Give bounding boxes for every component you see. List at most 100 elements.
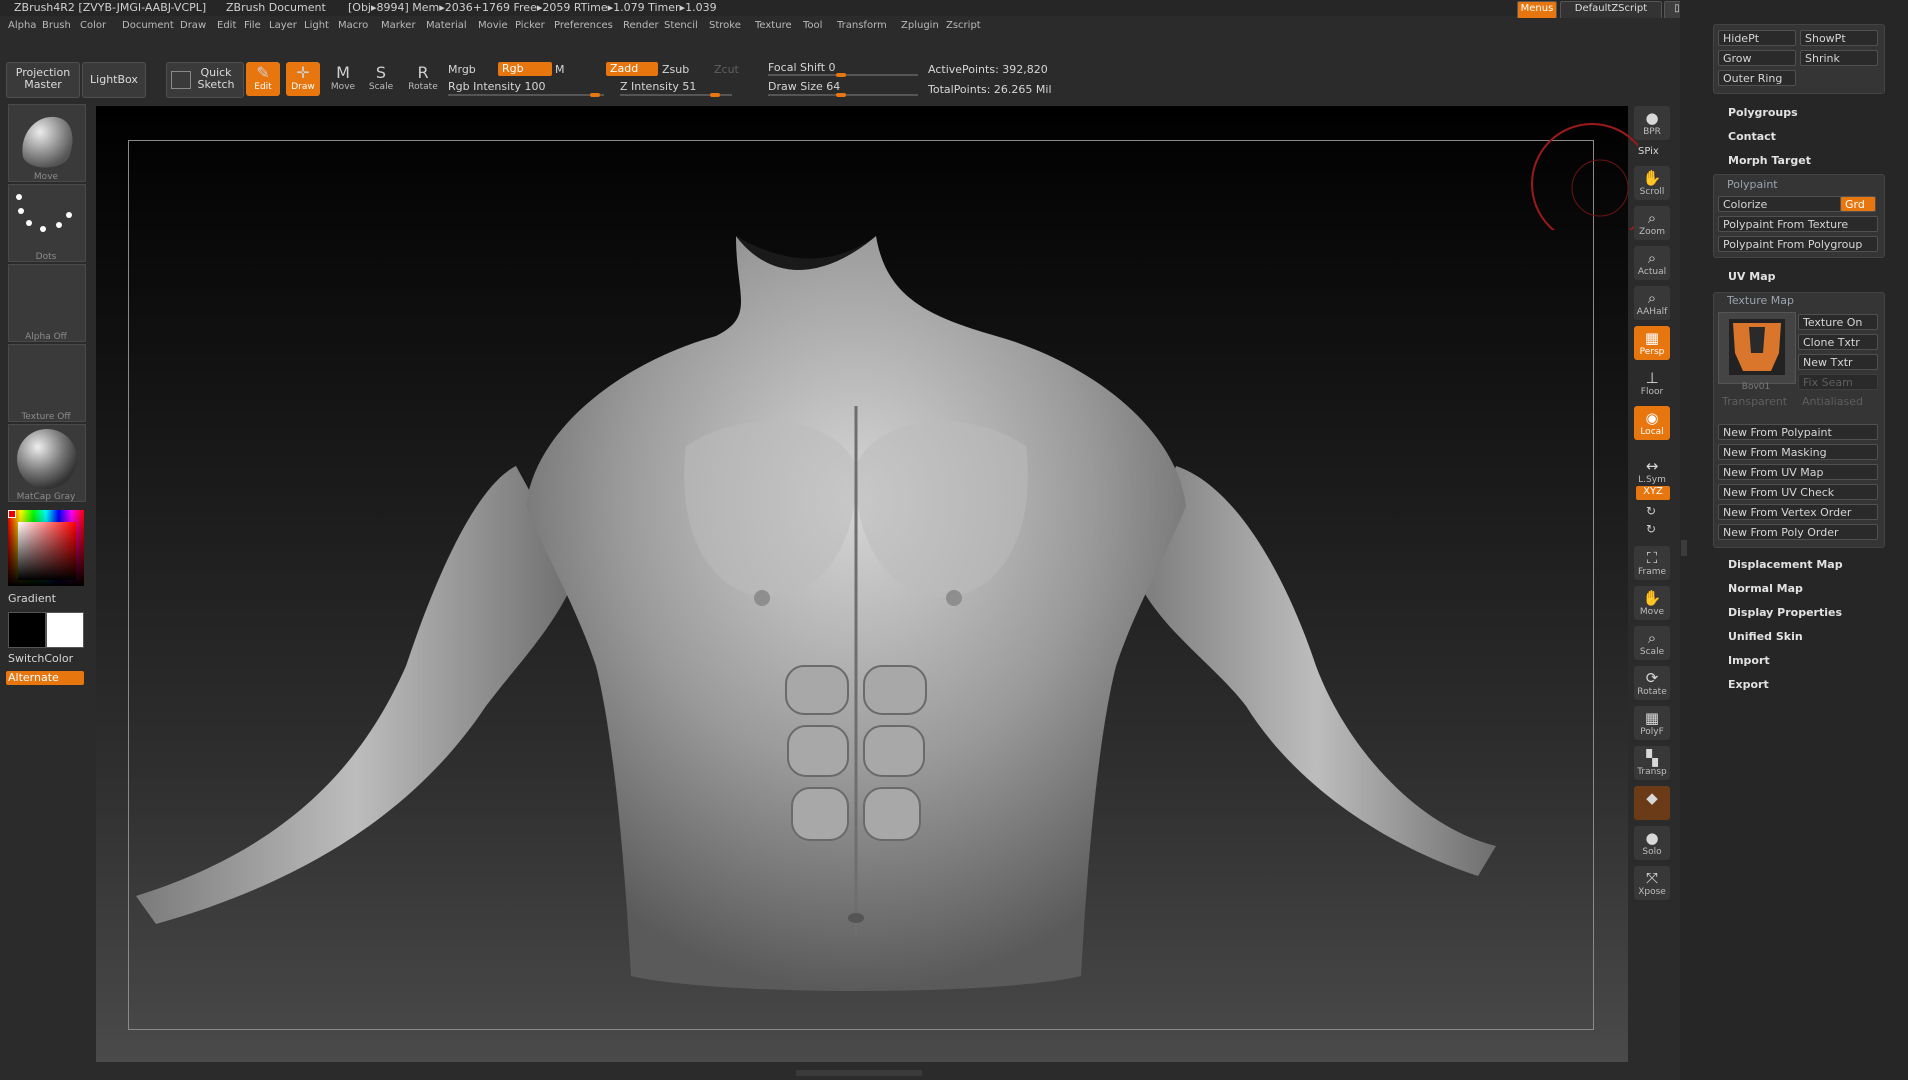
hue-marker[interactable] (8, 510, 16, 518)
scale-view-button[interactable]: ⌕ Scale (1634, 626, 1670, 660)
stroke-slot[interactable] (8, 184, 86, 262)
color-picker[interactable] (8, 510, 84, 586)
torso-model[interactable] (96, 106, 1628, 1062)
lsym-button[interactable]: ↔ L.Sym (1634, 454, 1670, 488)
unified-skin-subpalette[interactable]: Unified Skin (1728, 630, 1803, 643)
new-from-poly-order-button[interactable]: New From Poly Order (1718, 524, 1878, 540)
grow-button[interactable]: Grow (1718, 50, 1796, 66)
frame-button[interactable]: ⛶ Frame (1634, 546, 1670, 580)
menu-document[interactable]: Document (122, 20, 174, 31)
menu-picker[interactable]: Picker (515, 20, 545, 31)
bpr-button[interactable]: ● BPR (1634, 106, 1670, 140)
rgb-toggle[interactable]: Rgb (498, 62, 552, 76)
new-from-polypaint-button[interactable]: New From Polypaint (1718, 424, 1878, 440)
aahalf-button[interactable]: ⌕ AAHalf (1634, 286, 1670, 320)
z-intensity-slider[interactable]: Z Intensity 51 (620, 80, 696, 93)
menus-button[interactable]: Menus (1517, 1, 1557, 19)
transp-button[interactable]: ▚ Transp (1634, 746, 1670, 780)
hide-pt-button[interactable]: HidePt (1718, 30, 1796, 46)
xyz-button[interactable]: XYZ (1636, 486, 1670, 500)
export-subpalette[interactable]: Export (1728, 678, 1769, 691)
colorize-button[interactable]: Colorize (1718, 196, 1842, 212)
show-pt-button[interactable]: ShowPt (1800, 30, 1878, 46)
new-txtr-button[interactable]: New Txtr (1798, 354, 1878, 370)
menu-edit[interactable]: Edit (217, 20, 236, 31)
menu-render[interactable]: Render (623, 20, 659, 31)
contact-subpalette[interactable]: Contact (1728, 130, 1776, 143)
menu-brush[interactable]: Brush (42, 20, 71, 31)
tray-scroll-handle[interactable] (1681, 540, 1687, 556)
alpha-slot[interactable] (8, 264, 86, 342)
menu-macro[interactable]: Macro (338, 20, 368, 31)
menu-zplugin[interactable]: Zplugin (901, 20, 939, 31)
edit-mode-button[interactable]: ✎ Edit (246, 62, 280, 96)
scroll-button[interactable]: ✋ Scroll (1634, 166, 1670, 200)
texture-slot[interactable] (8, 344, 86, 422)
shrink-button[interactable]: Shrink (1800, 50, 1878, 66)
menu-draw[interactable]: Draw (180, 20, 206, 31)
focal-shift-slider[interactable]: Focal Shift 0 (768, 61, 836, 74)
switch-color-button[interactable]: SwitchColor (8, 652, 84, 666)
quick-sketch-button[interactable]: Quick Sketch (166, 62, 244, 98)
main-color-swatch[interactable] (8, 612, 46, 648)
alternate-button[interactable]: Alternate (6, 671, 84, 685)
texture-on-button[interactable]: Texture On (1798, 314, 1878, 330)
texture-thumbnail[interactable] (1718, 312, 1796, 384)
zsub-toggle[interactable]: Zsub (662, 63, 689, 76)
new-from-vertex-order-button[interactable]: New From Vertex Order (1718, 504, 1878, 520)
ghost-button[interactable]: ◆ (1634, 786, 1670, 820)
menu-texture[interactable]: Texture (755, 20, 792, 31)
bottom-tray-handle[interactable] (796, 1070, 922, 1076)
grd-button[interactable]: Grd (1840, 196, 1876, 212)
menu-stroke[interactable]: Stroke (709, 20, 741, 31)
color-square[interactable] (18, 522, 76, 580)
menu-tool[interactable]: Tool (803, 20, 822, 31)
rotate-y-icon[interactable]: ↻ (1646, 504, 1656, 518)
menu-file[interactable]: File (244, 20, 261, 31)
material-slot[interactable] (8, 424, 86, 502)
menu-movie[interactable]: Movie (478, 20, 508, 31)
brush-slot[interactable] (8, 104, 86, 182)
rgb-intensity-slider[interactable]: Rgb Intensity 100 (448, 80, 545, 93)
mrgb-toggle[interactable]: Mrgb (448, 63, 476, 76)
new-from-uv-check-button[interactable]: New From UV Check (1718, 484, 1878, 500)
m-toggle[interactable]: M (555, 63, 565, 76)
rotate-mode-button[interactable]: R Rotate (406, 62, 440, 96)
local-button[interactable]: ◉ Local (1634, 406, 1670, 440)
uv-map-subpalette[interactable]: UV Map (1728, 270, 1776, 283)
morph-target-subpalette[interactable]: Morph Target (1728, 154, 1811, 167)
outer-ring-button[interactable]: Outer Ring (1718, 70, 1796, 86)
rotate-z-icon[interactable]: ↻ (1646, 522, 1656, 536)
zoom-button[interactable]: ⌕ Zoom (1634, 206, 1670, 240)
polypaint-header[interactable]: Polypaint (1727, 178, 1778, 191)
display-properties-subpalette[interactable]: Display Properties (1728, 606, 1842, 619)
transparent-toggle[interactable]: Transparent (1718, 394, 1798, 410)
floor-button[interactable]: ⊥ Floor (1634, 366, 1670, 400)
rotate-view-button[interactable]: ⟳ Rotate (1634, 666, 1670, 700)
menu-alpha[interactable]: Alpha (8, 20, 36, 31)
menu-marker[interactable]: Marker (381, 20, 416, 31)
menu-transform[interactable]: Transform (837, 20, 887, 31)
polypaint-from-texture-button[interactable]: Polypaint From Texture (1718, 216, 1878, 232)
menu-material[interactable]: Material (426, 20, 467, 31)
solo-button[interactable]: ● Solo (1634, 826, 1670, 860)
menu-zscript[interactable]: Zscript (946, 20, 981, 31)
draw-size-knob[interactable] (836, 93, 846, 97)
zcut-toggle[interactable]: Zcut (714, 63, 739, 76)
menu-stencil[interactable]: Stencil (664, 20, 698, 31)
z-intensity-knob[interactable] (710, 93, 720, 97)
focal-shift-knob[interactable] (836, 73, 846, 77)
displacement-map-subpalette[interactable]: Displacement Map (1728, 558, 1843, 571)
menu-light[interactable]: Light (304, 20, 329, 31)
menu-preferences[interactable]: Preferences (554, 20, 613, 31)
menu-color[interactable]: Color (80, 20, 106, 31)
new-from-uv-map-button[interactable]: New From UV Map (1718, 464, 1878, 480)
polypaint-from-polygroup-button[interactable]: Polypaint From Polygroup (1718, 236, 1878, 252)
antialiased-toggle[interactable]: Antialiased (1798, 394, 1878, 410)
move-view-button[interactable]: ✋ Move (1634, 586, 1670, 620)
draw-size-slider[interactable]: Draw Size 64 (768, 80, 840, 93)
draw-mode-button[interactable]: ✛ Draw (286, 62, 320, 96)
scale-mode-button[interactable]: S Scale (364, 62, 398, 96)
gradient-label[interactable]: Gradient (8, 592, 56, 605)
xpose-button[interactable]: ⤧ Xpose (1634, 866, 1670, 900)
